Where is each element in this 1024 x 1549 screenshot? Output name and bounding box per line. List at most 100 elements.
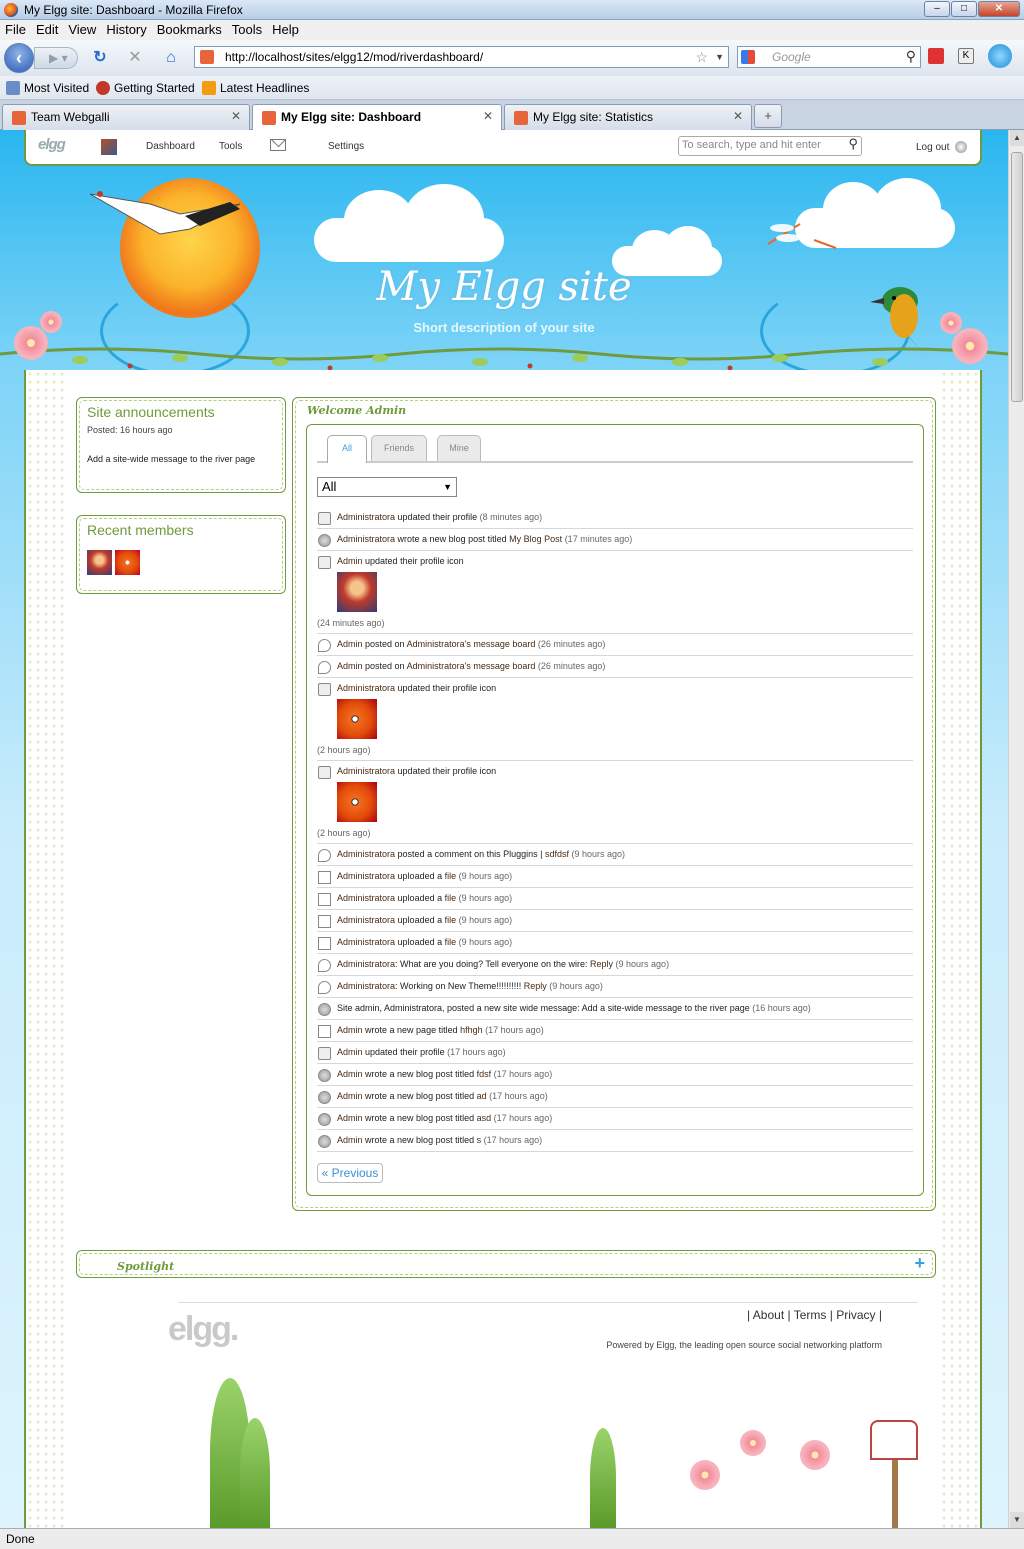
feed-link[interactable]: hfhgh [460, 1025, 483, 1035]
profile-icon-thumbnail[interactable] [337, 782, 377, 822]
logout-link[interactable]: Log out [916, 142, 949, 153]
menu-help[interactable]: Help [267, 20, 304, 37]
elgg-logo[interactable]: elgg [38, 136, 66, 153]
menu-history[interactable]: History [101, 20, 151, 37]
maximize-button[interactable]: □ [951, 1, 977, 17]
bookmark-latest-headlines[interactable]: Latest Headlines [202, 81, 309, 95]
feed-link[interactable]: Administratora's message board [407, 661, 536, 671]
feed-user-link[interactable]: Admin [337, 639, 363, 649]
feed-link[interactable]: s [477, 1135, 482, 1145]
feed-link[interactable]: ad [477, 1091, 487, 1101]
tab-team-webgalli[interactable]: Team Webgalli ✕ [2, 104, 250, 130]
feed-user-link[interactable]: Administratora [337, 959, 395, 969]
feed-user-link[interactable]: Administratora [337, 937, 395, 947]
reload-icon[interactable]: ↻ [91, 49, 109, 67]
address-bar[interactable]: http://localhost/sites/elgg12/mod/riverd… [194, 46, 729, 68]
previous-page-button[interactable]: « Previous [317, 1163, 383, 1183]
tab-statistics[interactable]: My Elgg site: Statistics ✕ [504, 104, 752, 130]
bookmark-star-icon[interactable]: ☆ [695, 47, 708, 67]
tab-friends[interactable]: Friends [371, 435, 427, 461]
topbar-settings-link[interactable]: Settings [328, 141, 364, 152]
bookmark-getting-started[interactable]: Getting Started [96, 81, 195, 95]
profile-icon-thumbnail[interactable] [337, 572, 377, 612]
menu-view[interactable]: View [63, 20, 101, 37]
scroll-up-icon[interactable]: ▲ [1010, 130, 1024, 146]
search-icon[interactable]: ⚲ [848, 136, 858, 152]
feed-user-link[interactable]: Admin [337, 1047, 363, 1057]
addon-icon[interactable] [928, 48, 944, 64]
google-icon[interactable] [741, 50, 755, 64]
member-avatar[interactable] [87, 550, 112, 575]
feed-user-link[interactable]: Administratora [337, 871, 395, 881]
forward-button[interactable]: ▶ ▾ [34, 47, 78, 69]
topbar-dashboard-link[interactable]: Dashboard [146, 141, 195, 152]
feed-link[interactable]: fdsf [477, 1069, 492, 1079]
tab-close-icon[interactable]: ✕ [483, 109, 493, 123]
feed-user-link[interactable]: Administratora [337, 849, 395, 859]
menu-bookmarks[interactable]: Bookmarks [152, 20, 227, 37]
user-avatar[interactable] [101, 139, 117, 155]
profile-icon-thumbnail[interactable] [337, 699, 377, 739]
feed-user-link[interactable]: Admin [337, 1113, 363, 1123]
footer-elgg-logo[interactable]: elgg. [168, 1310, 239, 1349]
feed-user-link[interactable]: Admin [337, 1069, 363, 1079]
footer-privacy-link[interactable]: Privacy [836, 1308, 875, 1322]
minimize-button[interactable]: – [924, 1, 950, 17]
menu-tools[interactable]: Tools [227, 20, 267, 37]
feed-user-link[interactable]: Administratora [337, 534, 395, 544]
feed-user-link[interactable]: Admin [337, 556, 363, 566]
footer-about-link[interactable]: About [753, 1308, 784, 1322]
back-button[interactable]: ‹ [4, 43, 34, 73]
tab-mine[interactable]: Mine [437, 435, 481, 461]
scroll-down-icon[interactable]: ▼ [1010, 1512, 1024, 1528]
feed-user-link[interactable]: Admin [337, 1135, 363, 1145]
status-bar: Done [0, 1528, 1024, 1549]
tab-close-icon[interactable]: ✕ [733, 109, 743, 123]
mail-icon[interactable] [270, 139, 286, 151]
addon-k-icon[interactable]: K [958, 48, 974, 64]
site-search-input[interactable]: To search, type and hit enter ⚲ [678, 136, 862, 156]
feed-user-link[interactable]: Admin [337, 1091, 363, 1101]
bookmark-most-visited[interactable]: Most Visited [6, 81, 89, 95]
feed-user-link[interactable]: Administratora [337, 512, 395, 522]
vertical-scrollbar[interactable]: ▲ ▼ [1008, 130, 1024, 1528]
feed-link[interactable]: file [445, 937, 457, 947]
feed-user-link[interactable]: Admin [337, 1025, 363, 1035]
tab-all[interactable]: All [327, 435, 367, 463]
feed-user-link[interactable]: Admin [337, 661, 363, 671]
activity-filter-select[interactable]: All ▼ [317, 477, 457, 497]
skype-icon[interactable] [988, 44, 1012, 68]
feed-user-link[interactable]: Administratora [337, 766, 395, 776]
home-icon[interactable]: ⌂ [162, 49, 180, 67]
member-avatar[interactable] [115, 550, 140, 575]
feed-link[interactable]: file [445, 915, 457, 925]
tab-dashboard[interactable]: My Elgg site: Dashboard ✕ [252, 104, 502, 131]
feed-user-link[interactable]: Administratora [337, 893, 395, 903]
feed-link[interactable]: Reply [590, 959, 613, 969]
stop-icon[interactable]: ✕ [126, 49, 144, 67]
scrollbar-thumb[interactable] [1011, 152, 1023, 402]
feed-user-link[interactable]: Administratora [337, 981, 395, 991]
close-window-button[interactable]: ✕ [978, 1, 1020, 17]
feed-user-link[interactable]: Administratora [337, 683, 395, 693]
feed-user-link[interactable]: Administratora [337, 915, 395, 925]
menu-edit[interactable]: Edit [31, 20, 63, 37]
feed-link[interactable]: Reply [524, 981, 547, 991]
new-tab-button[interactable]: + [754, 104, 782, 128]
tab-close-icon[interactable]: ✕ [231, 109, 241, 123]
footer-terms-link[interactable]: Terms [794, 1308, 827, 1322]
feed-link[interactable]: Administratora's message board [407, 639, 536, 649]
topbar-tools-link[interactable]: Tools [219, 141, 242, 152]
feed-link[interactable]: sdfdsf [545, 849, 569, 859]
site-title[interactable]: My Elgg site [0, 264, 1008, 310]
feed-link[interactable]: My Blog Post [509, 534, 562, 544]
logout-icon[interactable] [955, 141, 967, 153]
spotlight-toggle-button[interactable]: + [914, 1253, 925, 1274]
menu-file[interactable]: File [0, 20, 31, 37]
feed-link[interactable]: file [445, 893, 457, 903]
feed-link[interactable]: asd [477, 1113, 492, 1123]
chevron-down-icon[interactable]: ▼ [715, 47, 724, 67]
search-icon[interactable]: ⚲ [906, 46, 916, 66]
feed-link[interactable]: file [445, 871, 457, 881]
browser-search-input[interactable]: Google ⚲ [737, 46, 921, 68]
